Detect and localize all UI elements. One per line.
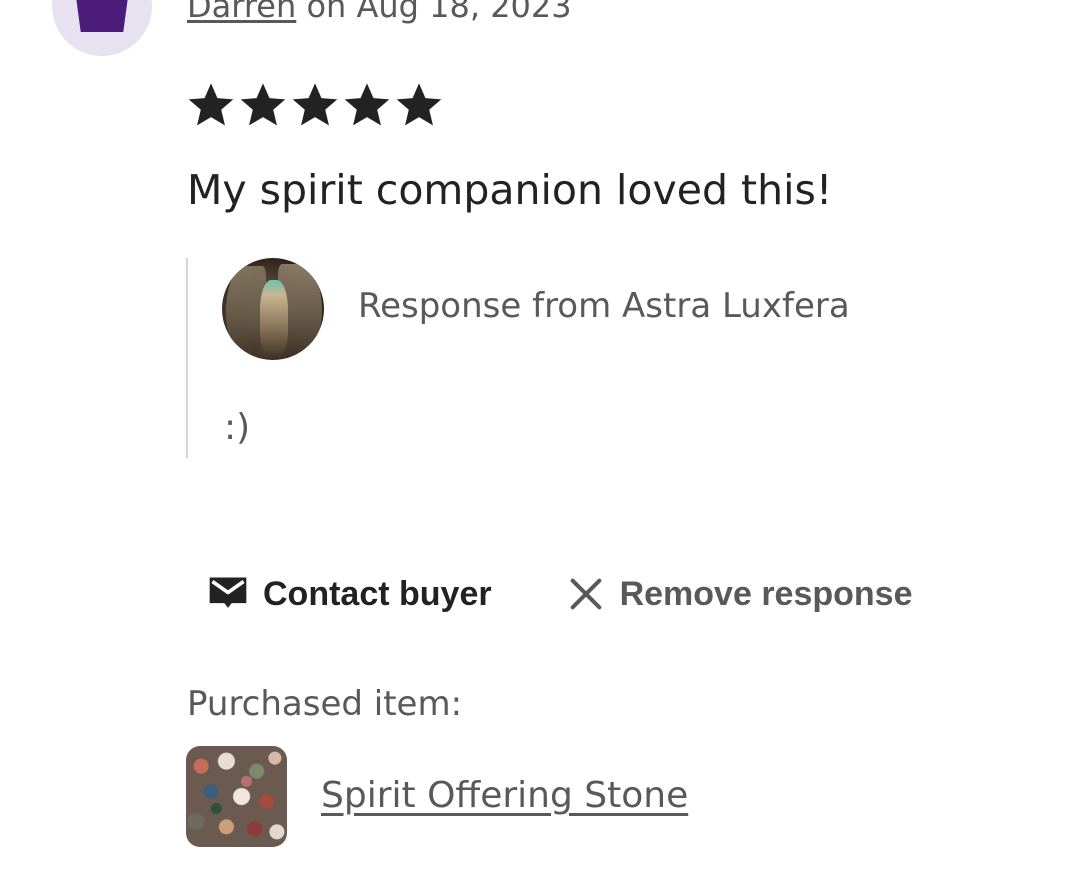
response-text: :) bbox=[224, 407, 251, 448]
review-date: on Aug 18, 2023 bbox=[306, 0, 572, 25]
purchased-item-link[interactable]: Spirit Offering Stone bbox=[321, 772, 688, 820]
remove-response-label: Remove response bbox=[619, 575, 913, 613]
reviewer-avatar-figure bbox=[74, 0, 130, 32]
contact-buyer-button[interactable]: Contact buyer bbox=[206, 570, 492, 618]
reviewer-name-link[interactable]: Darren bbox=[187, 0, 296, 25]
item-thumbnail[interactable] bbox=[186, 746, 287, 847]
seller-avatar bbox=[222, 258, 324, 360]
remove-response-button[interactable]: Remove response bbox=[566, 570, 913, 618]
purchased-item-label: Purchased item: bbox=[187, 684, 463, 724]
star-icon bbox=[188, 83, 234, 126]
close-icon bbox=[570, 578, 601, 610]
response-actions: Contact buyer Remove response bbox=[206, 570, 913, 618]
envelope-icon bbox=[209, 577, 247, 608]
contact-buyer-label: Contact buyer bbox=[263, 575, 492, 613]
star-icon bbox=[344, 83, 390, 126]
seller-response: Response from Astra Luxfera :) bbox=[186, 258, 908, 458]
review-byline: Darren on Aug 18, 2023 bbox=[187, 0, 572, 26]
star-icon bbox=[240, 83, 286, 126]
review-card: Darren on Aug 18, 2023 My spirit compani… bbox=[0, 0, 1080, 896]
seller-avatar-figure bbox=[260, 280, 288, 354]
star-icon bbox=[396, 83, 442, 126]
star-icon bbox=[292, 83, 338, 126]
review-text: My spirit companion loved this! bbox=[187, 166, 833, 214]
star-rating bbox=[186, 80, 444, 130]
reviewer-avatar[interactable] bbox=[52, 0, 152, 56]
response-title: Response from Astra Luxfera bbox=[358, 286, 850, 326]
